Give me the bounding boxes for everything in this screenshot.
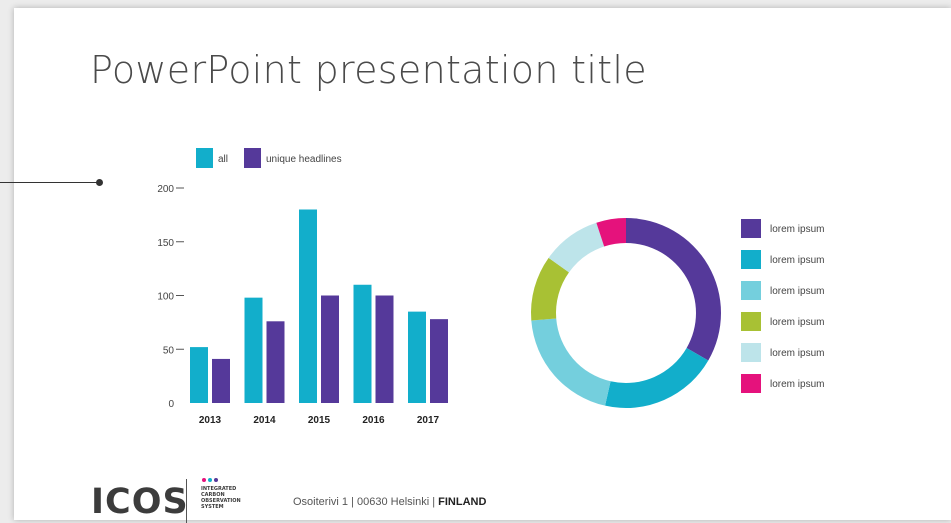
logo-separator [186, 479, 187, 523]
footer-address: Osoiterivi 1 | 00630 Helsinki | FINLAND [293, 496, 486, 508]
legend-label: lorem ipsum [770, 224, 824, 235]
donut-slice [531, 318, 611, 406]
legend-swatch [741, 250, 761, 269]
donut-slice [626, 218, 721, 361]
legend-swatch [741, 281, 761, 300]
legend-label: lorem ipsum [770, 255, 824, 266]
logo-dots-icon [202, 478, 220, 484]
legend-swatch [741, 219, 761, 238]
donut-chart: lorem ipsum lorem ipsum lorem ipsum lorem i… [531, 218, 824, 408]
logo-subtitle: INTEGRATED CARBON OBSERVATION SYSTEM [201, 486, 241, 510]
legend-label: lorem ipsum [770, 317, 824, 328]
address-text: Osoiterivi 1 | 00630 Helsinki | [293, 496, 439, 508]
icos-logo: ICOS [91, 482, 189, 522]
legend-swatch [741, 312, 761, 331]
legend-label: lorem ipsum [770, 348, 824, 359]
logo-subtitle-line: SYSTEM [201, 504, 224, 510]
legend-label: lorem ipsum [770, 286, 824, 297]
slide: PowerPoint presentation title 0 50 100 150 2… [0, 8, 951, 523]
legend-label: lorem ipsum [770, 379, 824, 390]
legend-swatch [741, 374, 761, 393]
logo-dot [214, 478, 218, 482]
legend-swatch [741, 343, 761, 362]
country-text: FINLAND [438, 496, 487, 508]
donut-slice [605, 348, 709, 408]
logo-dot [202, 478, 206, 482]
logo-dot [208, 478, 212, 482]
